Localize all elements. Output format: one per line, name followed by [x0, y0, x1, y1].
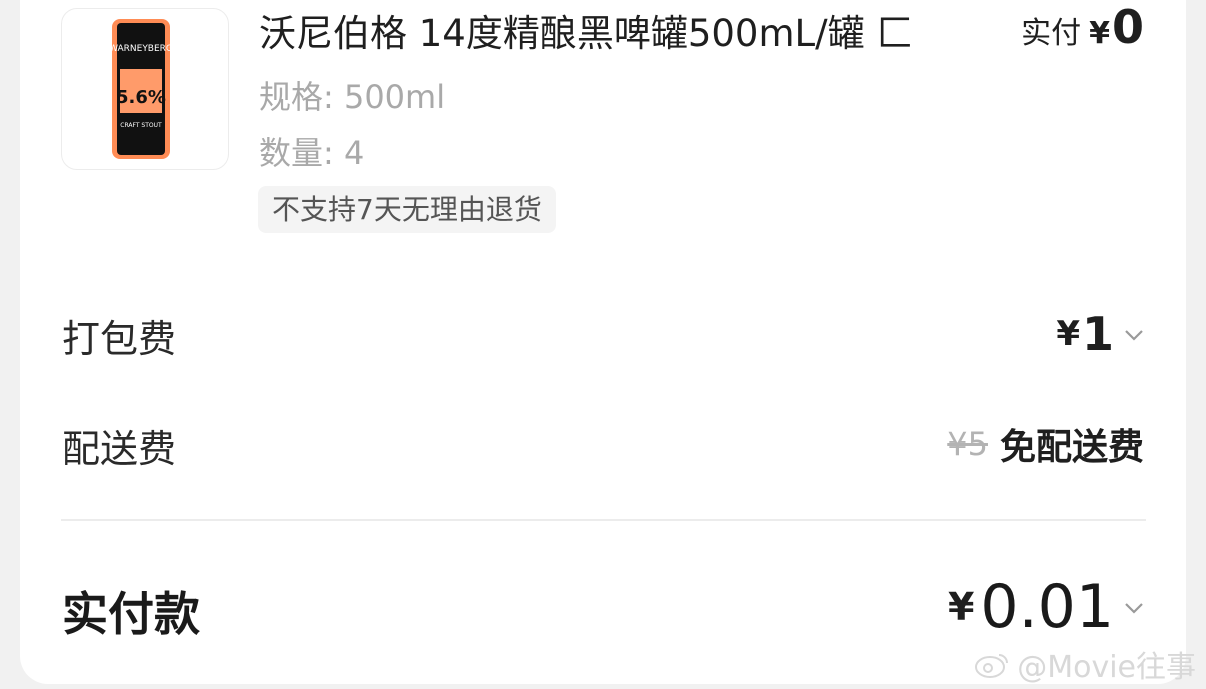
delivery-original-price: ¥5 — [947, 425, 988, 463]
packaging-fee-value[interactable]: ¥ 1 — [1056, 306, 1144, 362]
product-image[interactable]: WARNEYBERG 5.6% CRAFT STOUT — [61, 8, 229, 170]
weibo-icon — [975, 654, 1009, 678]
can-abv-text: 5.6% — [116, 87, 166, 108]
paid-label: 实付 — [1021, 16, 1082, 51]
delivery-fee-value: ¥5 免配送费 — [947, 416, 1144, 472]
packaging-currency-symbol: ¥ — [1056, 314, 1080, 354]
paid-currency-symbol: ¥ — [1089, 16, 1110, 51]
product-spec: 规格: 500ml — [259, 78, 446, 116]
product-quantity: 数量: 4 — [259, 134, 365, 172]
paid-amount: 0 — [1111, 0, 1144, 54]
can-brand-text: WARNEYBERG — [109, 44, 173, 54]
total-paid-amount: 0.01 — [980, 572, 1114, 642]
delivery-free-status: 免配送费 — [999, 427, 1144, 468]
product-title[interactable]: 沃尼伯格 14度精酿黑啤罐500mL/罐 匚 — [259, 8, 975, 60]
watermark-text: @Movie往事 — [1017, 650, 1196, 685]
chevron-down-icon[interactable] — [1124, 327, 1144, 341]
beer-can-image: WARNEYBERG 5.6% CRAFT STOUT — [109, 19, 173, 159]
total-paid-value[interactable]: ¥ 0.01 — [948, 570, 1144, 644]
packaging-fee-label: 打包费 — [62, 317, 177, 361]
total-currency-symbol: ¥ — [947, 585, 975, 629]
total-paid-label: 实付款 — [62, 587, 200, 641]
watermark: @Movie往事 — [973, 642, 1196, 686]
packaging-fee-amount: 1 — [1081, 307, 1114, 361]
delivery-fee-label: 配送费 — [62, 427, 177, 471]
product-paid-price: 实付 ¥ 0 — [1021, 0, 1144, 60]
divider — [61, 519, 1146, 521]
return-policy-tag: 不支持7天无理由退货 — [258, 186, 556, 233]
can-style-text: CRAFT STOUT — [120, 122, 162, 129]
chevron-down-icon[interactable] — [1124, 600, 1144, 614]
